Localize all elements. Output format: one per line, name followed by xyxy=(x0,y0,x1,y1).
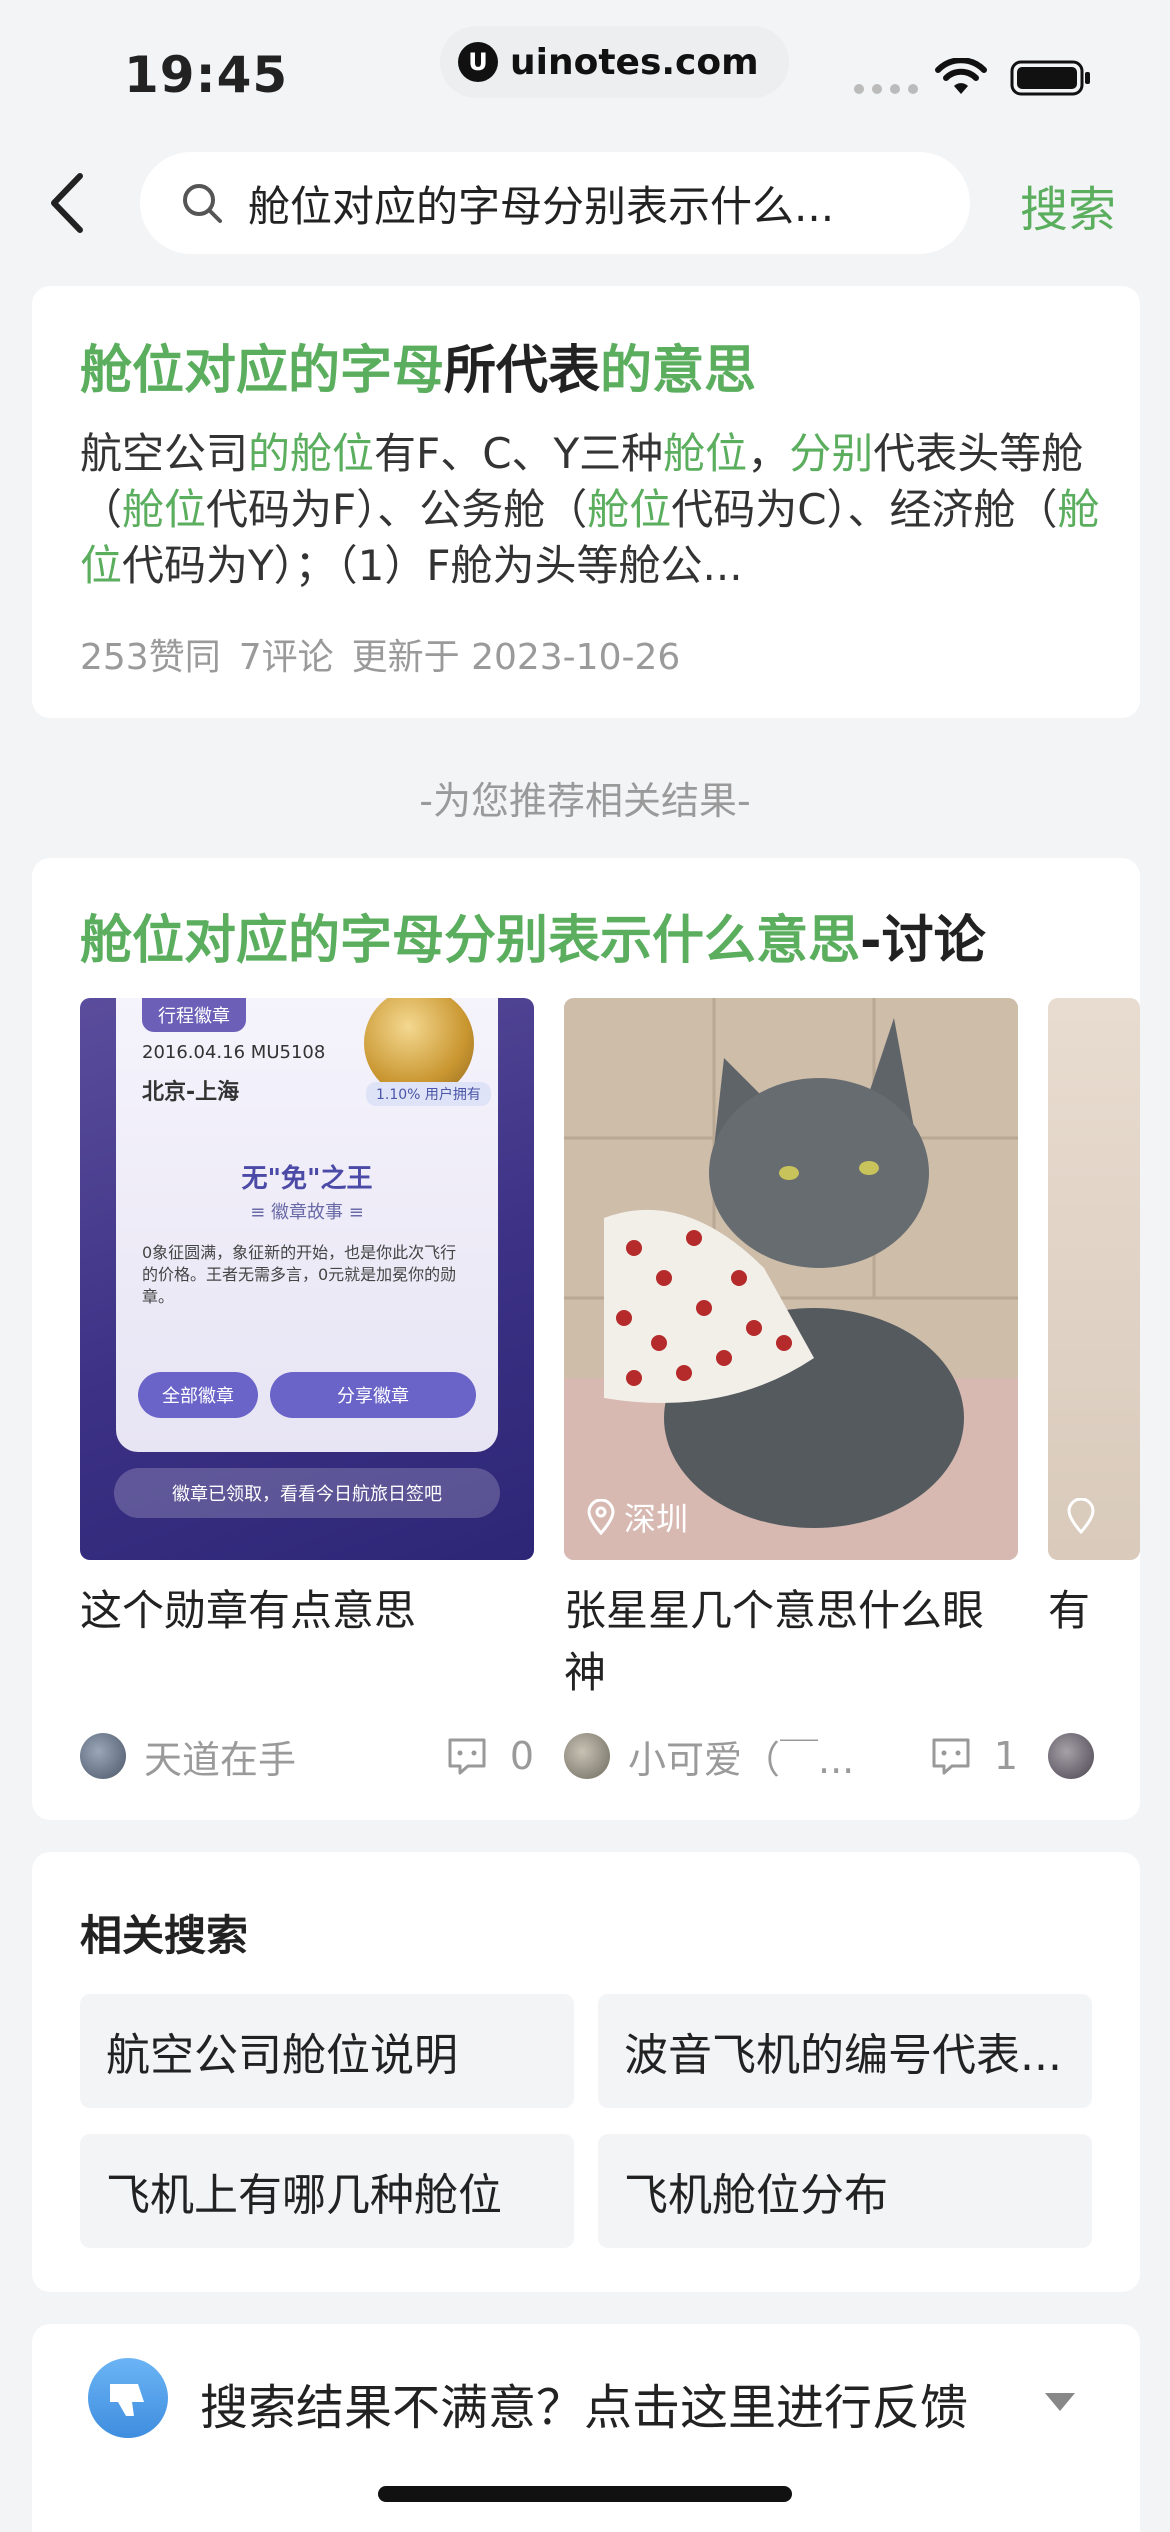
url-pill[interactable]: U uinotes.com xyxy=(440,26,789,98)
post-caption[interactable]: 张星星几个意思什么眼神 xyxy=(564,1580,1018,1704)
top-result-card[interactable]: 舱位对应的字母所代表的意思 航空公司的舱位有F、C、Y三种舱位，分别代表头等舱（… xyxy=(32,286,1140,718)
thumbs-down-icon xyxy=(88,2358,168,2438)
avatar xyxy=(564,1733,610,1779)
comments-count: 7评论 xyxy=(238,637,334,678)
author-name: 小可爱（￣... xyxy=(628,1737,855,1782)
post-author-row[interactable] xyxy=(1048,1728,1140,1784)
chevron-down-icon[interactable] xyxy=(1042,2390,1078,2414)
result-meta: 253赞同 7评论 更新于 2023-10-26 xyxy=(80,628,680,680)
avatar xyxy=(80,1733,126,1779)
search-input[interactable]: 舱位对应的字母分别表示什么... xyxy=(140,152,970,254)
related-search-chip[interactable]: 波音飞机的编号代表... xyxy=(598,1994,1092,2108)
updated-date: 更新于 2023-10-26 xyxy=(351,637,681,678)
comment-count: 1 xyxy=(993,1734,1018,1778)
result-title[interactable]: 舱位对应的字母所代表的意思 xyxy=(80,328,756,403)
related-search-chip[interactable]: 飞机舱位分布 xyxy=(598,2134,1092,2248)
status-bar: 19:45 U uinotes.com xyxy=(0,0,1170,140)
result-snippet: 航空公司的舱位有F、C、Y三种舱位，分别代表头等舱（舱位代码为F）、公务舱（舱位… xyxy=(80,429,1100,590)
post-author-row[interactable]: 天道在手 0 xyxy=(80,1728,534,1784)
author-name: 天道在手 xyxy=(144,1737,297,1782)
post-caption[interactable]: 这个勋章有点意思 xyxy=(80,1580,534,1642)
home-indicator xyxy=(378,2486,792,2502)
related-search-title: 相关搜索 xyxy=(80,1911,249,1960)
badge-card: 行程徽章 2016.04.16 MU5108 北京-上海 1.10% 用户拥有 … xyxy=(116,998,498,1452)
location-pin-icon xyxy=(587,1499,615,1535)
avatar xyxy=(1048,1733,1094,1779)
battery-icon xyxy=(1010,60,1090,96)
search-icon xyxy=(183,184,222,223)
back-icon[interactable] xyxy=(40,168,96,238)
site-logo-icon: U xyxy=(458,42,498,82)
comment-icon xyxy=(448,1738,486,1775)
related-search-chip[interactable]: 飞机上有哪几种舱位 xyxy=(80,2134,574,2248)
related-search-card: 相关搜索 航空公司舱位说明 波音飞机的编号代表... 飞机上有哪几种舱位 飞机舱… xyxy=(32,1852,1140,2292)
location-tag: 深圳 xyxy=(586,1494,688,1540)
discussion-title[interactable]: 舱位对应的字母分别表示什么意思-讨论 xyxy=(80,898,986,973)
post-image-partial[interactable] xyxy=(1048,998,1140,1560)
feedback-text: 搜索结果不满意？点击这里进行反馈 xyxy=(200,2380,969,2436)
comment-count: 0 xyxy=(509,1734,534,1778)
related-search-chip[interactable]: 航空公司舱位说明 xyxy=(80,1994,574,2108)
url-text: uinotes.com xyxy=(510,41,759,83)
comment-icon xyxy=(932,1738,970,1775)
post-image-cat[interactable]: 深圳 xyxy=(564,998,1018,1560)
status-time: 19:45 xyxy=(124,46,289,104)
post-author-row[interactable]: 小可爱（￣... 1 xyxy=(564,1728,1018,1784)
recommend-divider: -为您推荐相关结果- xyxy=(419,779,751,823)
discussion-card: 舱位对应的字母分别表示什么意思-讨论 行程徽章 2016.04.16 MU510… xyxy=(32,858,1140,1820)
wifi-icon xyxy=(935,58,987,94)
cat-photo xyxy=(564,998,1018,1560)
likes-count: 253赞同 xyxy=(80,637,221,678)
search-button[interactable]: 搜索 xyxy=(1020,170,1116,240)
location-pin-icon xyxy=(1067,1498,1095,1534)
search-query: 舱位对应的字母分别表示什么... xyxy=(248,181,835,231)
post-image-badge[interactable]: 行程徽章 2016.04.16 MU5108 北京-上海 1.10% 用户拥有 … xyxy=(80,998,534,1560)
post-caption[interactable]: 有 xyxy=(1048,1580,1140,1642)
cellular-signal-icon xyxy=(854,84,918,94)
